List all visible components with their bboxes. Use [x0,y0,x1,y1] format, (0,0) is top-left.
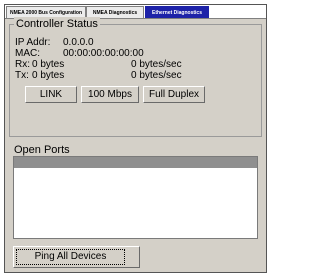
controller-status-group: Controller Status IP Addr: 0.0.0.0 MAC: … [9,17,262,137]
mac-value: 00:00:00:00:00:00 [63,48,144,59]
tab-ethernet-diagnostics[interactable]: Ethernet Diagnostics [145,6,209,18]
rx-bytes-value: 0 bytes [32,59,65,70]
ping-all-devices-label: Ping All Devices [16,249,125,265]
ethernet-diagnostics-window: NMEA 2000 Bus Configuration NMEA Diagnos… [4,4,267,273]
open-ports-list[interactable] [13,156,258,239]
tx-rate-value: 0 bytes/sec [131,70,182,81]
duplex-mode-indicator: Full Duplex [143,86,205,103]
mac-label: MAC: [15,48,40,59]
ip-address-label: IP Addr: [15,37,51,48]
link-status-indicator: LINK [25,86,77,103]
controller-status-title: Controller Status [14,17,100,31]
rx-label: Rx: [15,59,30,70]
open-ports-list-header [14,157,257,168]
ip-address-value: 0.0.0.0 [63,37,94,48]
ping-all-devices-button[interactable]: Ping All Devices [13,246,140,268]
tx-bytes-value: 0 bytes [32,70,65,81]
rx-rate-value: 0 bytes/sec [131,59,182,70]
tx-label: Tx: [15,70,29,81]
link-speed-indicator: 100 Mbps [81,86,139,103]
